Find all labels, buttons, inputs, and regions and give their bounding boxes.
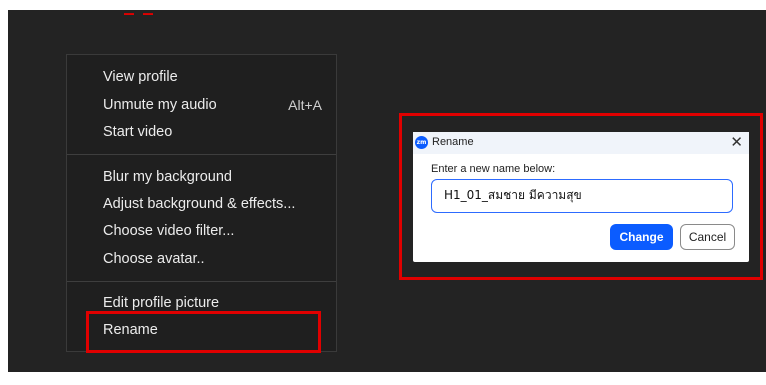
name-input[interactable]: H1_01_สมชาย มีความสุข bbox=[431, 179, 733, 213]
menu-item-blur-background[interactable]: Blur my background bbox=[103, 169, 232, 185]
menu-item-edit-profile-picture[interactable]: Edit profile picture bbox=[103, 295, 219, 311]
bottom-strip bbox=[0, 372, 766, 385]
dialog-titlebar: zm Rename ✕ bbox=[413, 132, 749, 154]
participant-context-menu: View profile Unmute my audio Alt+A Start… bbox=[66, 54, 337, 352]
zoom-logo-icon: zm bbox=[415, 136, 428, 149]
menu-item-adjust-background[interactable]: Adjust background & effects... bbox=[103, 196, 295, 212]
menu-item-video-filter[interactable]: Choose video filter... bbox=[103, 223, 234, 239]
menu-item-view-profile[interactable]: View profile bbox=[103, 69, 178, 85]
menu-item-choose-avatar[interactable]: Choose avatar.. bbox=[103, 251, 205, 267]
rename-prompt: Enter a new name below: bbox=[431, 163, 556, 175]
cancel-button[interactable]: Cancel bbox=[680, 224, 735, 250]
dialog-title: Rename bbox=[432, 136, 474, 148]
change-button[interactable]: Change bbox=[610, 224, 673, 250]
menu-divider bbox=[67, 154, 336, 155]
menu-item-start-video[interactable]: Start video bbox=[103, 124, 172, 140]
rename-dialog: zm Rename ✕ Enter a new name below: H1_0… bbox=[413, 132, 749, 262]
close-icon[interactable]: ✕ bbox=[730, 134, 743, 150]
unmute-shortcut: Alt+A bbox=[288, 97, 322, 113]
clipped-header-text: _ _ bbox=[124, 0, 154, 15]
menu-divider bbox=[67, 281, 336, 282]
highlight-box-rename bbox=[86, 311, 321, 353]
menu-item-label: Unmute my audio bbox=[103, 97, 217, 113]
